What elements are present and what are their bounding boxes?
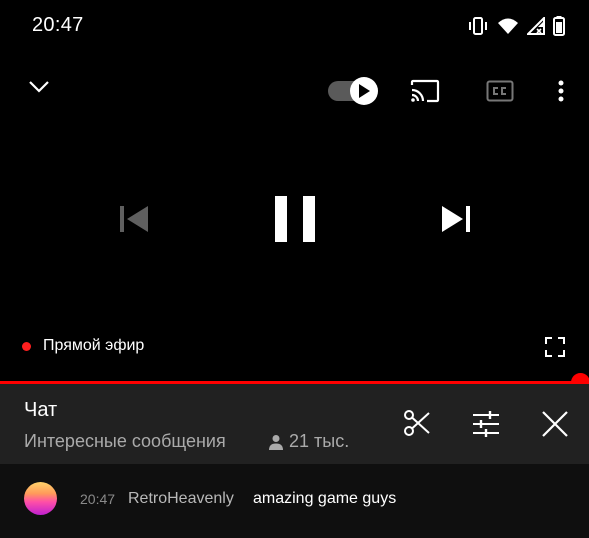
fullscreen-button[interactable] <box>545 337 565 357</box>
cast-icon <box>410 79 440 103</box>
viewer-count: 21 тыс. <box>268 431 349 452</box>
chat-header <box>0 384 589 464</box>
cast-button[interactable] <box>410 79 440 103</box>
captions-button[interactable] <box>486 79 514 103</box>
captions-icon <box>486 79 514 103</box>
battery-icon <box>553 16 565 36</box>
person-icon <box>268 434 284 450</box>
chat-title: Чат <box>24 399 58 421</box>
avatar[interactable] <box>24 482 57 515</box>
vibrate-icon <box>467 16 489 36</box>
cellular-signal-icon <box>527 17 545 35</box>
close-chat-button[interactable] <box>541 410 569 438</box>
skip-previous-icon <box>119 205 149 233</box>
wifi-icon <box>497 17 519 35</box>
message-author[interactable]: RetroHeavenly <box>128 490 234 508</box>
chat-message-list[interactable]: 20:47 RetroHeavenly amazing game guys <box>0 464 589 538</box>
filter-sliders-icon <box>472 410 500 438</box>
chevron-down-icon <box>28 80 50 94</box>
status-time: 20:47 <box>32 14 84 36</box>
pause-icon <box>273 195 317 243</box>
viewer-count-label: 21 тыс. <box>289 431 350 451</box>
chat-filter-button[interactable] <box>472 410 500 438</box>
more-vert-icon <box>556 79 566 103</box>
skip-next-icon <box>441 205 471 233</box>
autoplay-toggle[interactable] <box>328 75 380 107</box>
live-label: Прямой эфир <box>43 337 145 354</box>
clip-button[interactable] <box>403 409 431 437</box>
clip-scissors-icon <box>403 409 431 437</box>
message-text: amazing game guys <box>253 490 397 507</box>
fullscreen-icon <box>545 337 565 357</box>
chat-mode-selector[interactable]: Интересные сообщения <box>24 431 226 452</box>
next-button[interactable] <box>441 205 471 233</box>
autoplay-knob <box>350 77 378 105</box>
pause-button[interactable] <box>273 195 317 243</box>
message-time: 20:47 <box>80 491 116 507</box>
status-icons <box>467 16 565 36</box>
chat-message[interactable]: 20:47 RetroHeavenly amazing game guys <box>0 464 589 538</box>
live-dot <box>22 342 31 351</box>
more-options-button[interactable] <box>556 79 566 103</box>
minimize-button[interactable] <box>28 80 50 94</box>
previous-button[interactable] <box>119 205 149 233</box>
close-icon <box>541 410 569 438</box>
play-icon <box>358 84 370 98</box>
